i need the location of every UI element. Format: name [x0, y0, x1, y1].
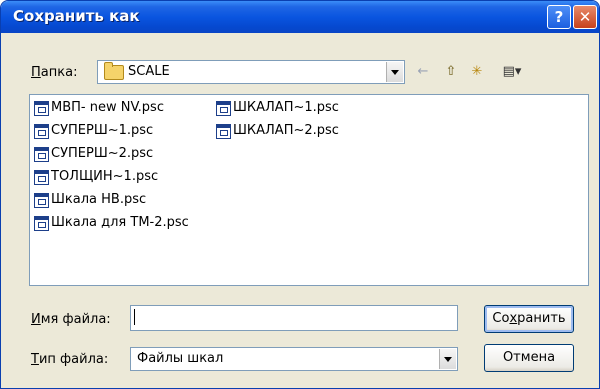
title-bar[interactable]: Сохранить как ? ✕ — [1, 1, 599, 33]
filetype-value: Файлы шкал — [137, 351, 224, 366]
filename-input[interactable] — [130, 305, 458, 331]
view-menu-button[interactable]: ▤▾ — [497, 63, 527, 81]
dialog-title: Сохранить как — [13, 7, 140, 25]
help-icon: ? — [554, 8, 564, 26]
chevron-down-icon[interactable] — [386, 62, 403, 82]
file-icon — [34, 216, 49, 231]
folder-icon — [104, 62, 124, 80]
file-icon — [216, 101, 231, 116]
new-folder-button[interactable]: ✳ — [467, 63, 487, 81]
save-button[interactable]: Сохранить — [484, 305, 574, 333]
new-folder-icon: ✳ — [471, 64, 483, 79]
chevron-down-icon[interactable] — [439, 349, 456, 369]
file-icon — [34, 193, 49, 208]
save-as-dialog: Сохранить как ? ✕ Папка: SCALE ← ⇧ ✳ ▤▾ … — [0, 0, 600, 389]
close-icon: ✕ — [578, 8, 592, 26]
back-arrow-icon: ← — [417, 64, 429, 79]
filename-label: Имя файла: — [31, 312, 111, 327]
file-icon — [34, 147, 49, 162]
back-button[interactable]: ← — [413, 63, 433, 81]
up-folder-icon: ⇧ — [445, 64, 457, 79]
filetype-label: Тип файла: — [31, 352, 109, 367]
file-icon — [34, 124, 49, 139]
close-button[interactable]: ✕ — [573, 5, 597, 29]
folder-value: SCALE — [128, 64, 170, 79]
folder-dropdown[interactable]: SCALE — [97, 60, 405, 84]
folder-label: Папка: — [31, 65, 78, 80]
help-button[interactable]: ? — [547, 5, 571, 29]
filetype-dropdown[interactable]: Файлы шкал — [130, 347, 458, 371]
file-list[interactable]: МВП- new NV.psc СУПЕРШ~1.psc СУПЕРШ~2.ps… — [29, 94, 589, 286]
text-caret — [134, 309, 135, 325]
file-icon — [34, 170, 49, 185]
view-menu-icon: ▤▾ — [502, 64, 522, 79]
file-icon — [34, 101, 49, 116]
up-folder-button[interactable]: ⇧ — [441, 63, 461, 81]
cancel-button[interactable]: Отмена — [484, 344, 574, 372]
file-icon — [216, 124, 231, 139]
